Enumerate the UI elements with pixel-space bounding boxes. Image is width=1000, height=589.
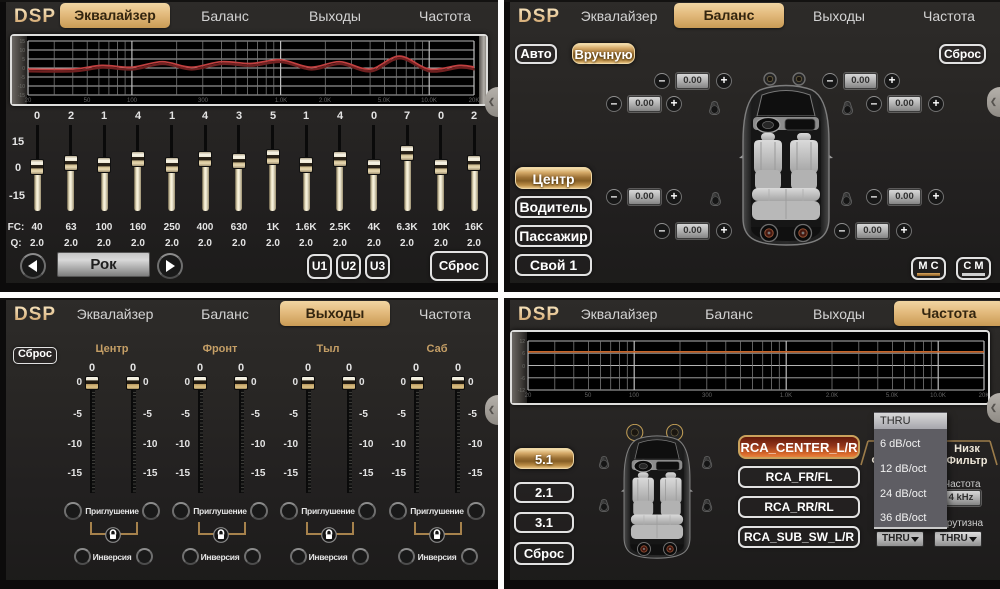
svg-text:300: 300 xyxy=(198,98,209,104)
svg-text:2.0K: 2.0K xyxy=(319,98,331,104)
svg-text:2.0K: 2.0K xyxy=(826,393,838,399)
svg-text:20K: 20K xyxy=(469,98,480,104)
svg-text:6: 6 xyxy=(522,351,525,357)
svg-text:-6: -6 xyxy=(521,376,526,382)
svg-text:50: 50 xyxy=(84,98,91,104)
svg-text:5.0K: 5.0K xyxy=(378,98,390,104)
svg-text:100: 100 xyxy=(127,98,138,104)
svg-text:15: 15 xyxy=(19,39,25,45)
svg-text:20K: 20K xyxy=(979,393,988,399)
svg-text:1.0K: 1.0K xyxy=(780,393,792,399)
svg-text:1.0K: 1.0K xyxy=(275,98,287,104)
svg-text:20: 20 xyxy=(525,393,532,399)
svg-text:100: 100 xyxy=(629,393,640,399)
svg-text:300: 300 xyxy=(702,393,713,399)
svg-text:5.0K: 5.0K xyxy=(886,393,898,399)
svg-text:-12: -12 xyxy=(518,388,525,394)
svg-text:5: 5 xyxy=(22,57,25,63)
svg-text:-10: -10 xyxy=(18,84,25,90)
svg-text:10.0K: 10.0K xyxy=(930,393,946,399)
svg-text:-15: -15 xyxy=(18,93,25,99)
svg-text:-5: -5 xyxy=(21,75,26,81)
svg-text:0: 0 xyxy=(522,364,525,370)
svg-text:20: 20 xyxy=(25,98,32,104)
svg-text:0: 0 xyxy=(22,66,25,72)
svg-text:10.0K: 10.0K xyxy=(421,98,437,104)
svg-text:50: 50 xyxy=(585,393,592,399)
svg-text:12: 12 xyxy=(519,339,525,345)
svg-text:10: 10 xyxy=(19,48,25,54)
